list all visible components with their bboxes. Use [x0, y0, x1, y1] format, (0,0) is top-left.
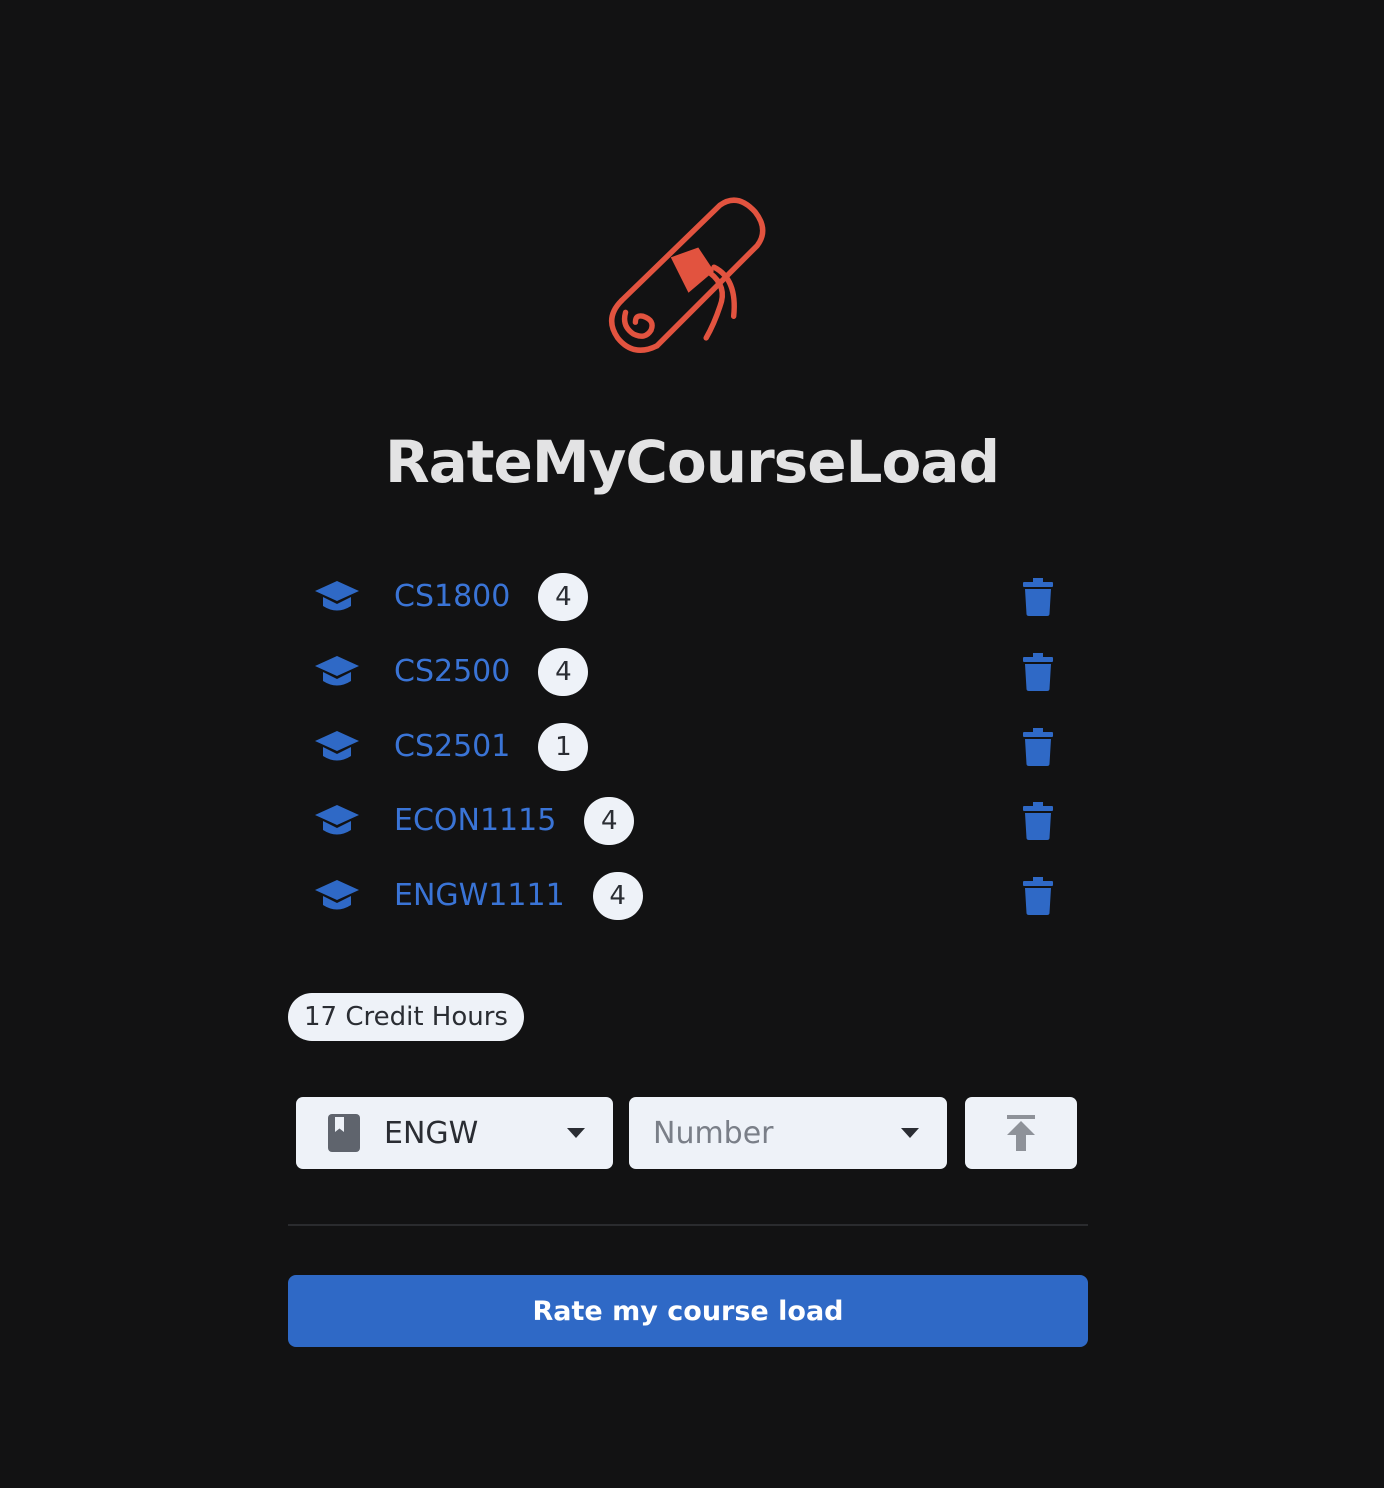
trash-icon [1023, 578, 1053, 617]
subject-select[interactable]: ENGW [296, 1097, 613, 1169]
credit-badge: 1 [538, 722, 589, 771]
credit-badge: 4 [538, 573, 589, 622]
chevron-down-icon [567, 1128, 585, 1138]
delete-course-button[interactable] [1020, 727, 1056, 767]
graduation-cap-icon [314, 727, 360, 767]
diploma-scroll-icon [609, 197, 766, 353]
divider [288, 1224, 1088, 1226]
course-code[interactable]: CS2500 [394, 652, 510, 692]
course-row: ECON1115 4 [314, 784, 1074, 859]
delete-course-button[interactable] [1020, 876, 1056, 916]
graduation-cap-icon [314, 876, 360, 916]
trash-icon [1023, 802, 1053, 841]
page: RateMyCourseLoad CS1800 4 CS2500 4 CS250… [0, 0, 1384, 1488]
course-code[interactable]: CS2501 [394, 727, 510, 767]
course-code[interactable]: ENGW1111 [394, 876, 565, 916]
subject-value: ENGW [384, 1115, 479, 1151]
add-course-button[interactable] [965, 1097, 1077, 1169]
course-code[interactable]: CS1800 [394, 577, 510, 617]
course-row: CS2501 1 [314, 709, 1074, 784]
credit-badge: 4 [538, 648, 589, 697]
delete-course-button[interactable] [1020, 801, 1056, 841]
rate-course-load-button[interactable]: Rate my course load [288, 1275, 1088, 1347]
course-row: ENGW1111 4 [314, 859, 1074, 934]
credit-hours-badge: 17 Credit Hours [288, 993, 524, 1041]
number-select[interactable]: Number [629, 1097, 947, 1169]
trash-icon [1023, 877, 1053, 916]
upload-arrow-icon [1007, 1115, 1035, 1151]
graduation-cap-icon [314, 801, 360, 841]
credit-badge: 4 [592, 872, 643, 921]
trash-icon [1023, 653, 1053, 692]
book-icon [328, 1114, 360, 1152]
course-code[interactable]: ECON1115 [394, 801, 556, 841]
delete-course-button[interactable] [1020, 652, 1056, 692]
delete-course-button[interactable] [1020, 577, 1056, 617]
credit-badge: 4 [584, 797, 635, 846]
chevron-down-icon [901, 1128, 919, 1138]
course-row: CS1800 4 [314, 560, 1074, 635]
graduation-cap-icon [314, 652, 360, 692]
app-title: RateMyCourseLoad [384, 428, 1000, 496]
trash-icon [1023, 727, 1053, 766]
course-row: CS2500 4 [314, 635, 1074, 710]
course-list: CS1800 4 CS2500 4 CS2501 1 ECON1115 4 EN… [314, 560, 1074, 933]
number-placeholder: Number [653, 1115, 774, 1151]
graduation-cap-icon [314, 577, 360, 617]
